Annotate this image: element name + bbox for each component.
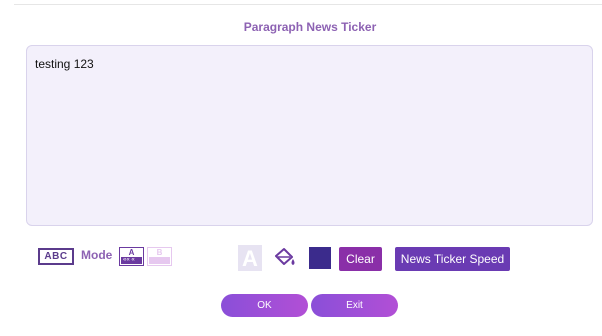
mode-b-button[interactable]: B — [147, 247, 172, 266]
paragraph-text-area[interactable]: testing 123 — [26, 45, 593, 226]
mode-a-button[interactable]: A «« « — [119, 247, 144, 266]
color-swatch[interactable] — [309, 247, 331, 269]
ok-button[interactable]: OK — [221, 294, 308, 317]
background-color-button[interactable] — [272, 247, 298, 269]
mode-a-letter: A — [128, 248, 135, 257]
font-color-button[interactable]: A — [238, 245, 262, 271]
mode-a-scroll-icon: «« « — [121, 257, 142, 264]
mode-b-letter: B — [156, 248, 163, 257]
paragraph-text: testing 123 — [35, 57, 94, 71]
exit-button[interactable]: Exit — [311, 294, 398, 317]
mode-label: Mode — [81, 248, 113, 262]
paint-bucket-icon — [275, 248, 295, 265]
top-divider — [14, 4, 602, 5]
clear-button[interactable]: Clear — [339, 247, 382, 271]
mode-b-scroll-icon — [149, 257, 170, 264]
abc-text-style-button[interactable]: ABC — [38, 248, 74, 265]
news-ticker-speed-button[interactable]: News Ticker Speed — [395, 247, 510, 271]
dialog-title: Paragraph News Ticker — [243, 20, 377, 34]
